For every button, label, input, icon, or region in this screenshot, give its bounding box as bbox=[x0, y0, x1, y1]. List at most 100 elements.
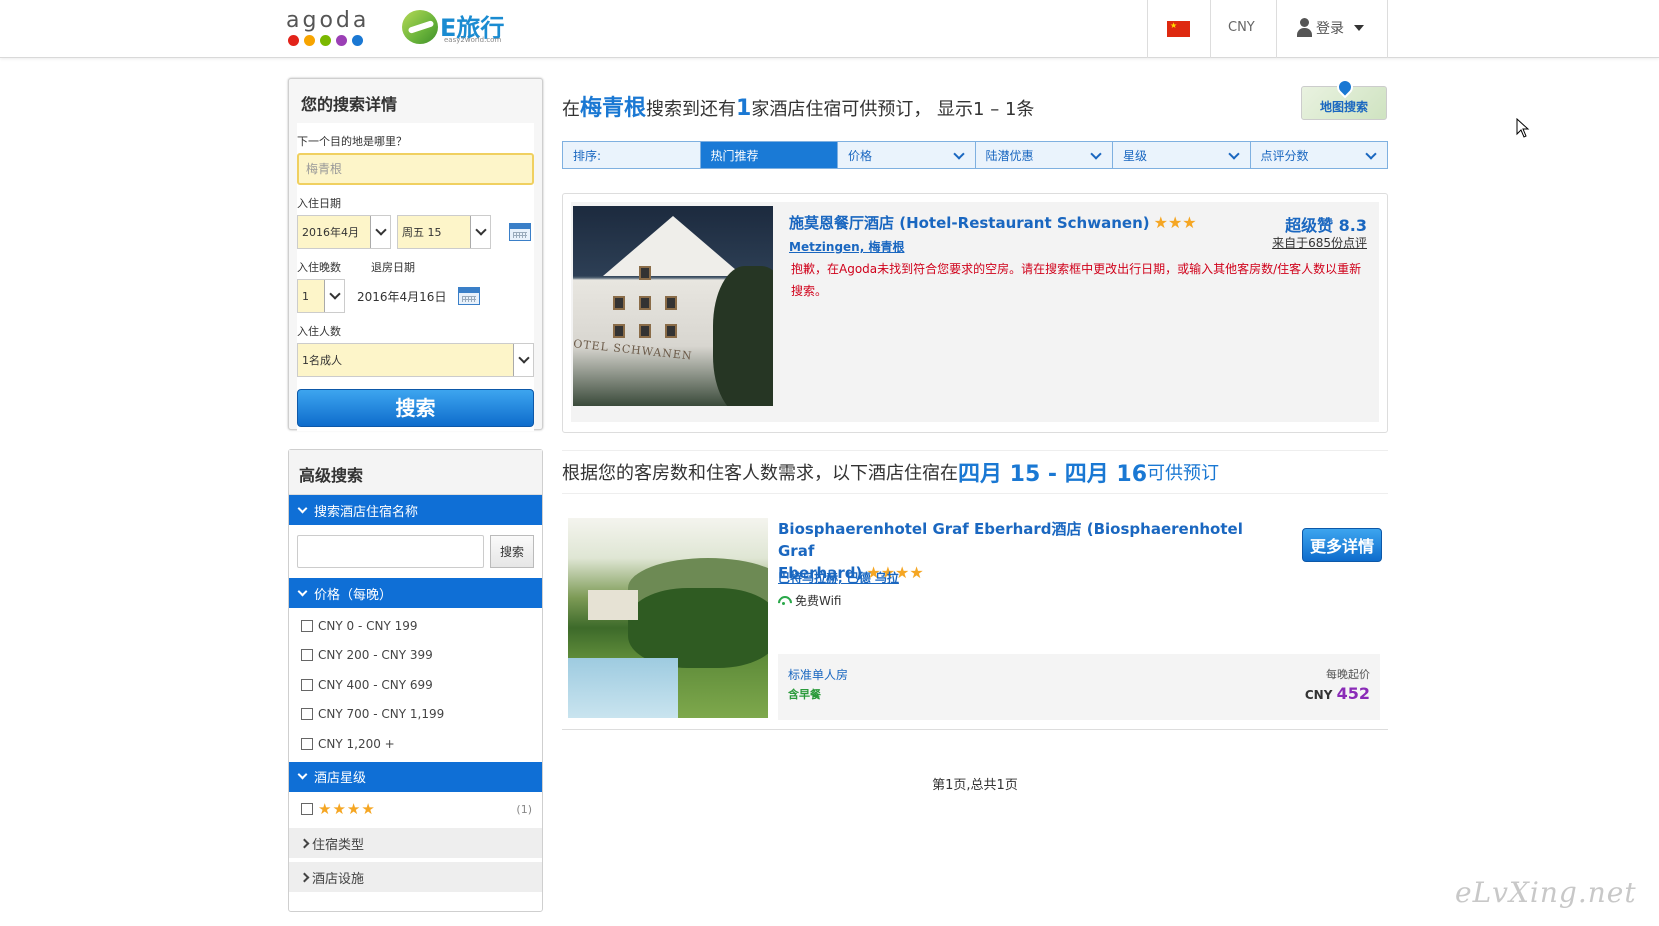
sort-option-popular[interactable]: 热门推荐 bbox=[700, 142, 838, 168]
watermark: eLvXing.net bbox=[1455, 876, 1637, 909]
chevron-right-icon bbox=[299, 872, 310, 882]
nights-value: 1 bbox=[302, 289, 309, 303]
hotel-card-unavailable: OTEL SCHWANEN 施莫恩餐厅酒店 (Hotel-Restaurant … bbox=[562, 193, 1388, 433]
three-star-icon: ★★★ bbox=[1153, 213, 1197, 232]
star-rating-count: (1) bbox=[516, 802, 532, 816]
hotel-photo[interactable]: OTEL SCHWANEN bbox=[573, 206, 773, 406]
user-icon bbox=[1296, 18, 1312, 38]
destination-input[interactable]: 梅青根 bbox=[297, 153, 534, 185]
room-offer[interactable]: 标准单人房 含早餐 每晚起价 CNY 452 bbox=[778, 654, 1380, 720]
hotel-name-link[interactable]: 施莫恩餐厅酒店 (Hotel-Restaurant Schwanen) ★★★ bbox=[789, 212, 1197, 233]
currency-selector[interactable]: CNY bbox=[1228, 20, 1255, 35]
checkout-label: 退房日期 bbox=[371, 261, 415, 274]
china-flag-icon[interactable] bbox=[1167, 21, 1190, 37]
advanced-search-title: 高级搜索 bbox=[289, 450, 542, 495]
accommodation-type-toggle[interactable]: 住宿类型 bbox=[289, 828, 542, 858]
chevron-down-icon bbox=[513, 344, 533, 376]
nights-select[interactable]: 1 bbox=[297, 279, 345, 313]
star-rating-section-label: 酒店星级 bbox=[314, 771, 367, 786]
facilities-toggle[interactable]: 酒店设施 bbox=[289, 862, 542, 892]
four-star-icon: ★★★★ bbox=[318, 800, 376, 819]
login-label: 登录 bbox=[1316, 21, 1344, 37]
checkbox[interactable] bbox=[301, 619, 313, 632]
star-rating-section-toggle[interactable]: 酒店星级 bbox=[289, 761, 542, 792]
sort-option-price[interactable]: 价格 bbox=[838, 142, 976, 168]
more-details-button[interactable]: 更多详情 bbox=[1302, 528, 1382, 562]
price-section-label: 价格（每晚） bbox=[314, 587, 393, 603]
star-rating-option[interactable]: ★★★★ (1) bbox=[289, 795, 542, 825]
price-range-option[interactable]: CNY 700 - CNY 1,199 bbox=[289, 700, 542, 730]
advanced-search-panel: 高级搜索 搜索酒店住宿名称 搜索 价格（每晚） CNY 0 - CNY 199 … bbox=[288, 449, 543, 912]
results-summary: 在梅青根搜索到还有1家酒店住宿可供预订， 显示1 – 1条 bbox=[562, 96, 1035, 121]
hotel-name-search-button[interactable]: 搜索 bbox=[490, 535, 534, 568]
price-per-night-label: 每晚起价 bbox=[1326, 668, 1370, 681]
sort-option-review-score[interactable]: 点评分数 bbox=[1251, 142, 1388, 168]
search-details-panel: 您的搜索详情 下一个目的地是哪里？ 梅青根 入住日期 2016年4月 周五 15… bbox=[288, 78, 543, 431]
sort-label: 排序: bbox=[563, 142, 701, 168]
results-city: 梅青根 bbox=[580, 96, 647, 121]
hotel-location-link[interactable]: 巴特乌拉赫, 巴德 乌拉 bbox=[778, 569, 899, 586]
review-score: 超级赞 8.3 bbox=[1285, 216, 1367, 235]
destination-label: 下一个目的地是哪里？ bbox=[297, 135, 407, 148]
room-type: 标准单人房 bbox=[788, 668, 849, 682]
hotel-photo[interactable] bbox=[568, 518, 768, 718]
guests-value: 1名成人 bbox=[302, 354, 342, 367]
checkbox[interactable] bbox=[301, 678, 313, 691]
review-count-link[interactable]: 来自于685份点评 bbox=[1272, 234, 1367, 251]
chevron-right-icon bbox=[299, 838, 310, 848]
hotel-name-input[interactable] bbox=[297, 535, 484, 568]
e-travel-logo-sub: easy2world.com bbox=[444, 36, 502, 44]
checkin-label: 入住日期 bbox=[297, 197, 341, 210]
caret-down-icon bbox=[1354, 25, 1364, 31]
results-count: 1 bbox=[736, 96, 752, 121]
facilities-label: 酒店设施 bbox=[312, 871, 365, 887]
name-search-section-toggle[interactable]: 搜索酒店住宿名称 bbox=[289, 495, 542, 525]
hotel-location-link[interactable]: Metzingen, 梅青根 bbox=[789, 238, 904, 255]
checkbox[interactable] bbox=[301, 649, 313, 662]
price-section-toggle[interactable]: 价格（每晚） bbox=[289, 578, 542, 608]
checkout-date: 2016年4月16日 bbox=[357, 289, 447, 304]
hotel-photo-sign: OTEL SCHWANEN bbox=[573, 337, 694, 363]
pagination: 第1页,总共1页 bbox=[932, 778, 1018, 793]
checkbox[interactable] bbox=[301, 708, 313, 721]
search-panel-title: 您的搜索详情 bbox=[301, 95, 398, 114]
calendar-icon[interactable] bbox=[509, 223, 531, 241]
top-header: agoda E旅行 easy2world.com CNY 登录 bbox=[0, 0, 1659, 58]
sort-option-deals[interactable]: 陆潜优惠 bbox=[976, 142, 1113, 168]
login-menu[interactable]: 登录 bbox=[1296, 18, 1364, 38]
sort-bar: 排序: 热门推荐 价格 陆潜优惠 星级 点评分数 bbox=[562, 141, 1388, 169]
price-range-option[interactable]: CNY 0 - CNY 199 bbox=[289, 611, 542, 641]
header-divider bbox=[1147, 0, 1148, 58]
map-search-label: 地图搜索 bbox=[1319, 100, 1368, 114]
agoda-logo-dots bbox=[288, 35, 376, 46]
checkin-day-select[interactable]: 周五 15 bbox=[397, 215, 491, 249]
chevron-down-icon bbox=[470, 216, 490, 248]
price-range-option[interactable]: CNY 200 - CNY 399 bbox=[289, 641, 542, 671]
guests-select[interactable]: 1名成人 bbox=[297, 343, 534, 377]
map-pin-icon bbox=[1333, 75, 1357, 99]
chevron-down-icon bbox=[324, 280, 344, 312]
price-range-option[interactable]: CNY 400 - CNY 699 bbox=[289, 670, 542, 700]
map-search-button[interactable]: 地图搜索 bbox=[1301, 75, 1387, 120]
sort-option-stars[interactable]: 星级 bbox=[1113, 142, 1251, 168]
room-price: CNY 452 bbox=[1304, 684, 1370, 703]
search-button[interactable]: 搜索 bbox=[297, 389, 534, 427]
checkbox[interactable] bbox=[301, 737, 313, 750]
price-range-option[interactable]: CNY 1,200 + bbox=[289, 729, 542, 759]
agoda-logo-text: agoda bbox=[286, 8, 370, 33]
chevron-down-icon bbox=[297, 503, 308, 513]
name-search-section-label: 搜索酒店住宿名称 bbox=[314, 504, 419, 520]
e-travel-logo-mark bbox=[402, 10, 438, 44]
calendar-icon[interactable] bbox=[458, 287, 481, 305]
breakfast-included: 含早餐 bbox=[788, 688, 821, 701]
chevron-down-icon bbox=[297, 769, 308, 780]
free-wifi-amenity: 免费Wifi bbox=[778, 592, 842, 609]
checkbox[interactable] bbox=[301, 803, 313, 816]
e-travel-logo[interactable]: E旅行 easy2world.com bbox=[402, 8, 522, 46]
checkin-month-select[interactable]: 2016年4月 bbox=[297, 215, 391, 249]
agoda-logo[interactable]: agoda bbox=[286, 8, 376, 48]
chevron-down-icon bbox=[1090, 148, 1102, 160]
checkin-day-value: 周五 15 bbox=[402, 226, 442, 239]
accommodation-type-label: 住宿类型 bbox=[312, 837, 365, 853]
hotel-card-available: Biosphaerenhotel Graf Eberhard酒店 (Biosph… bbox=[562, 512, 1388, 730]
